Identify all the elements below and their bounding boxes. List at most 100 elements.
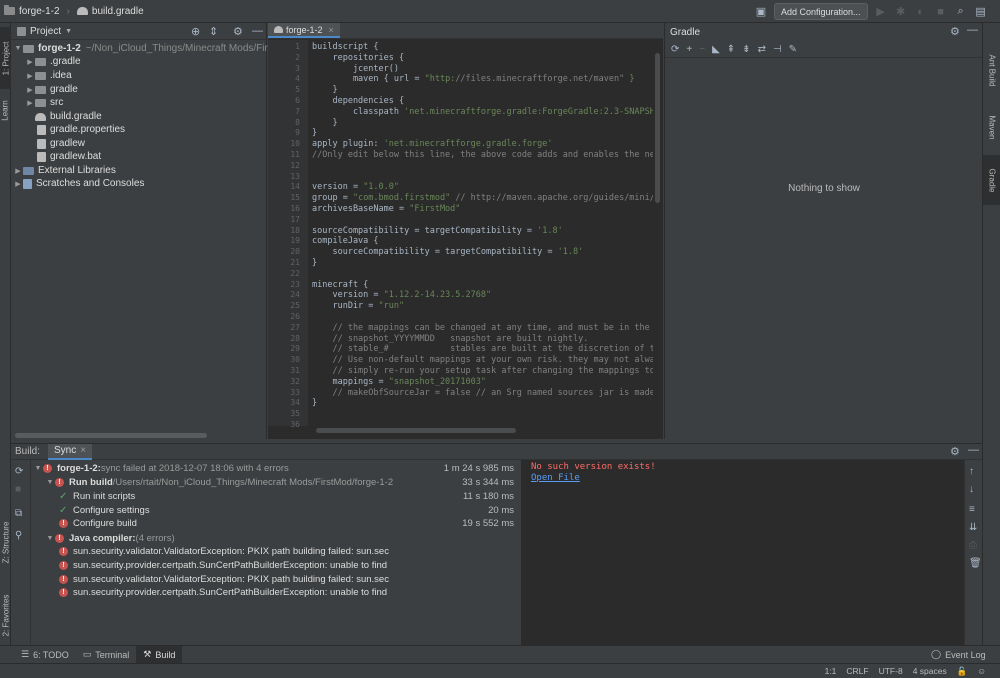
locate-icon[interactable]: ⊕ — [191, 25, 200, 38]
close-icon[interactable]: × — [80, 445, 86, 456]
tab-build[interactable]: ⚒ Build — [136, 645, 183, 664]
collapse-all-icon[interactable]: ⇟ — [742, 44, 750, 55]
wrench-icon[interactable]: ✎ — [789, 44, 797, 55]
gear-icon[interactable]: ⚙ — [950, 25, 960, 38]
run-icon[interactable]: ▶ — [874, 5, 888, 19]
caret-position[interactable]: 1:1 — [825, 666, 837, 676]
gear-icon[interactable]: ⚙ — [950, 445, 960, 458]
line-separator[interactable]: CRLF — [846, 666, 868, 676]
debug-icon[interactable]: ✱ — [894, 5, 908, 19]
tab-project[interactable]: 1: Project — [0, 27, 11, 89]
tab-todo[interactable]: ☰ 6: TODO — [14, 646, 76, 664]
file-encoding[interactable]: UTF-8 — [879, 666, 903, 676]
add-configuration-button[interactable]: Add Configuration... — [774, 3, 868, 20]
vertical-scrollbar[interactable] — [655, 53, 660, 203]
tab-structure[interactable]: Z: Structure — [0, 511, 11, 573]
tree-item-gradlew[interactable]: gradlew — [37, 137, 85, 150]
remove-icon[interactable]: − — [699, 44, 705, 55]
event-log-button[interactable]: ◯ Event Log — [924, 646, 993, 664]
tree-item-idea[interactable]: ▶ .idea — [25, 69, 71, 82]
open-file-link[interactable]: Open File — [531, 473, 580, 483]
tab-ant-build[interactable]: Ant Build — [983, 41, 1000, 99]
build-row[interactable]: ✓ Run init scripts 11 s 180 ms — [31, 490, 520, 504]
stop-icon[interactable]: ■ — [934, 5, 948, 19]
build-row[interactable]: ▼! Run build /Users/rtait/Non_iCloud_Thin… — [31, 476, 520, 490]
down-arrow-icon[interactable]: ↓ — [969, 484, 974, 495]
search-icon[interactable]: ⌕ — [954, 5, 968, 19]
hide-icon[interactable]: — — [252, 25, 263, 37]
up-arrow-icon[interactable]: ↑ — [969, 466, 974, 477]
tree-item-src[interactable]: ▶ src — [25, 96, 63, 109]
build-row[interactable]: ▼! Java compiler: (4 errors) — [31, 532, 520, 546]
expand-arrow-icon[interactable]: ▶ — [13, 180, 23, 188]
toggle-view-icon[interactable]: ⧉ — [15, 508, 22, 519]
tree-root[interactable]: ▼ forge-1-2 ~/Non_iCloud_Things/Minecraf… — [13, 42, 268, 55]
editor-tab-forge[interactable]: forge-1-2 × — [268, 23, 340, 38]
breadcrumb-project[interactable]: forge-1-2 — [19, 6, 60, 17]
editor-horizontal-scrollbar[interactable] — [316, 428, 516, 433]
tab-learn-label: Learn — [1, 99, 10, 121]
refresh-icon[interactable]: ⟳ — [671, 44, 679, 55]
tree-item-gradle-dir[interactable]: ▶ .gradle — [25, 55, 80, 68]
tab-maven[interactable]: Maven — [983, 105, 1000, 149]
scroll-to-end-icon[interactable]: ⇊ — [969, 522, 977, 533]
lock-icon[interactable]: 🔓 — [957, 666, 968, 677]
indent-setting[interactable]: 4 spaces — [913, 666, 947, 676]
expand-arrow-icon[interactable]: ▶ — [25, 58, 35, 66]
coverage-icon[interactable]: ◐ — [914, 5, 928, 19]
tree-item-gradle-properties[interactable]: gradle.properties — [37, 123, 125, 136]
project-panel-title[interactable]: Project — [30, 26, 61, 37]
collapse-icon[interactable]: ⇕ — [209, 25, 218, 38]
expand-arrow-icon[interactable]: ▼ — [45, 479, 55, 486]
expand-arrow-icon[interactable]: ▶ — [25, 99, 35, 107]
tree-scratches[interactable]: ▶ Scratches and Consoles — [13, 177, 144, 190]
tab-terminal[interactable]: ▭ Terminal — [76, 646, 137, 664]
event-log-icon[interactable]: ▤ — [974, 5, 988, 19]
print-icon[interactable]: ⎙ — [969, 540, 977, 551]
sync-icon[interactable]: ⟳ — [15, 466, 23, 477]
toggle-offline-icon[interactable]: ⊣ — [773, 44, 782, 55]
expand-arrow-icon[interactable]: ▶ — [13, 167, 23, 175]
expand-arrow-icon[interactable]: ▼ — [45, 535, 55, 542]
tab-favorites[interactable]: 2: Favorites — [0, 585, 11, 645]
pin-icon[interactable]: ⚲ — [15, 530, 22, 541]
close-icon[interactable]: × — [329, 25, 334, 35]
hide-icon[interactable]: — — [968, 444, 979, 456]
tree-external-libraries[interactable]: ▶ External Libraries — [13, 164, 116, 177]
soft-wrap-icon[interactable]: ≡ — [969, 504, 975, 515]
execute-task-icon[interactable]: ◣ — [712, 44, 720, 55]
add-icon[interactable]: + — [686, 44, 692, 55]
build-row[interactable]: ! sun.security.provider.certpath.SunCertP… — [31, 559, 520, 573]
build-row[interactable]: ! sun.security.provider.certpath.SunCertP… — [31, 586, 520, 600]
tab-learn[interactable]: Learn — [0, 93, 11, 127]
gear-icon[interactable]: ⚙ — [233, 25, 243, 38]
link-icon[interactable]: ⇄ — [758, 44, 766, 55]
expand-arrow-icon[interactable]: ▼ — [33, 465, 43, 472]
build-row[interactable]: ! sun.security.validator.ValidatorExcepti… — [31, 573, 520, 587]
horizontal-scrollbar[interactable] — [15, 433, 207, 438]
tab-sync[interactable]: Sync × — [48, 443, 93, 460]
build-row[interactable]: ! sun.security.validator.ValidatorExcepti… — [31, 545, 520, 559]
tree-item-gradlew-bat[interactable]: gradlew.bat — [37, 150, 101, 163]
build-row[interactable]: ! Configure build 19 s 552 ms — [31, 517, 520, 531]
build-project-icon[interactable]: ▣ — [754, 5, 768, 19]
breadcrumb-file[interactable]: build.gradle — [92, 6, 144, 17]
tab-gradle[interactable]: Gradle — [983, 155, 1000, 205]
build-row[interactable]: ✓ Configure settings 20 ms — [31, 504, 520, 518]
dropdown-icon[interactable]: ▼ — [65, 28, 72, 35]
hector-icon[interactable]: ☺ — [977, 666, 986, 676]
build-row[interactable]: ▼! forge-1-2: sync failed at 2018-12-07 1… — [31, 462, 520, 476]
stop-icon[interactable]: ■ — [15, 484, 21, 495]
expand-arrow-icon[interactable]: ▶ — [25, 72, 35, 80]
expand-arrow-icon[interactable]: ▼ — [13, 45, 23, 52]
expand-arrow-icon[interactable]: ▶ — [25, 86, 35, 94]
build-row-label: sun.security.provider.certpath.SunCertPa… — [73, 560, 388, 572]
tree-item-gradle[interactable]: ▶ gradle — [25, 83, 78, 96]
tab-favorites-label: 2: Favorites — [1, 594, 11, 636]
trash-icon[interactable]: 🗑 — [969, 558, 982, 569]
hide-icon[interactable]: — — [967, 24, 978, 36]
build-row-time: 1 m 24 s 985 ms — [443, 463, 514, 475]
tree-item-build-gradle[interactable]: build.gradle — [35, 110, 102, 123]
expand-all-icon[interactable]: ⇞ — [727, 44, 735, 55]
code-area[interactable]: buildscript { repositories { jcenter() m… — [268, 40, 653, 426]
